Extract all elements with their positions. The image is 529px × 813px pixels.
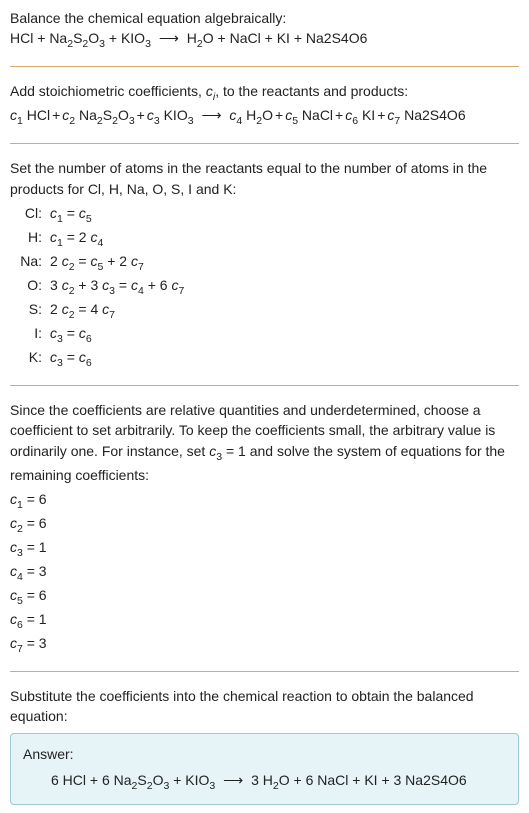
- term: Na2S4O6: [400, 107, 465, 123]
- equation: c3 = c6: [46, 347, 188, 371]
- element-label: Na:: [10, 251, 46, 275]
- intro-text: Substitute the coefficients into the che…: [10, 686, 519, 727]
- plus: +: [214, 30, 230, 46]
- intro-text: Set the number of atoms in the reactants…: [10, 158, 519, 199]
- balanced-equation: 6 HCl + 6 Na2S2O3 + KIO3 ⟶ 3 H2O + 6 NaC…: [23, 770, 506, 794]
- intro-text: Add stoichiometric coefficients, ci, to …: [10, 81, 519, 105]
- coef-row: c3 = 1: [10, 537, 519, 561]
- arrow-icon: ⟶: [155, 30, 183, 46]
- answer-box: Answer: 6 HCl + 6 Na2S2O3 + KIO3 ⟶ 3 H2O…: [10, 733, 519, 805]
- table-row: K: c3 = c6: [10, 347, 188, 371]
- plus: +: [375, 107, 387, 123]
- arrow-icon: ⟶: [215, 772, 251, 788]
- subscript: 3: [145, 38, 151, 50]
- term: O: [203, 30, 214, 46]
- intro-text: Since the coefficients are relative quan…: [10, 400, 519, 485]
- text: , to the reactants and products:: [215, 83, 408, 99]
- arrow-icon: ⟶: [197, 107, 225, 123]
- equation: 2 c2 = c5 + 2 c7: [46, 251, 188, 275]
- term: 6 HCl + 6 Na: [51, 772, 132, 788]
- term: S: [137, 772, 146, 788]
- term: Na2S4O6: [306, 30, 367, 46]
- term: S: [103, 107, 112, 123]
- atom-equation-table: Cl: c1 = c5 H: c1 = 2 c4 Na: 2 c2 = c5 +…: [10, 203, 188, 371]
- table-row: I: c3 = c6: [10, 323, 188, 347]
- element-label: Cl:: [10, 203, 46, 227]
- term: KI: [277, 30, 290, 46]
- term: KIO: [160, 107, 188, 123]
- plus: +: [105, 30, 121, 46]
- equation: 2 c2 = 4 c7: [46, 299, 188, 323]
- term: Na: [75, 107, 97, 123]
- term: Na: [49, 30, 67, 46]
- coef-row: c2 = 6: [10, 513, 519, 537]
- table-row: Cl: c1 = c5: [10, 203, 188, 227]
- coef-row: c7 = 3: [10, 633, 519, 657]
- subscript: 3: [129, 115, 135, 127]
- subscript: 3: [188, 115, 194, 127]
- element-label: K:: [10, 347, 46, 371]
- term: O + 6 NaCl + KI + 3 Na2S4O6: [279, 772, 467, 788]
- element-label: S:: [10, 299, 46, 323]
- coef: c: [147, 107, 154, 123]
- element-label: O:: [10, 275, 46, 299]
- term: NaCl: [230, 30, 261, 46]
- text: Add stoichiometric coefficients,: [10, 83, 206, 99]
- term: S: [73, 30, 82, 46]
- plus: +: [135, 107, 147, 123]
- coef-row: c1 = 6: [10, 489, 519, 513]
- term: NaCl: [298, 107, 333, 123]
- table-row: O: 3 c2 + 3 c3 = c4 + 6 c7: [10, 275, 188, 299]
- term: HCl: [10, 30, 33, 46]
- term: O: [118, 107, 129, 123]
- section-balance: Balance the chemical equation algebraica…: [10, 8, 519, 67]
- plus: +: [273, 107, 285, 123]
- term: KIO: [121, 30, 145, 46]
- term: HCl: [23, 107, 50, 123]
- table-row: H: c1 = 2 c4: [10, 227, 188, 251]
- coef-row: c4 = 3: [10, 561, 519, 585]
- section-answer: Substitute the coefficients into the che…: [10, 686, 519, 805]
- plus: +: [290, 30, 306, 46]
- equation-with-coefs: c1 HCl+c2 Na2S2O3+c3 KIO3 ⟶ c4 H2O+c5 Na…: [10, 105, 519, 129]
- term: O: [262, 107, 273, 123]
- term: O: [88, 30, 99, 46]
- element-label: H:: [10, 227, 46, 251]
- section-coefficients: Add stoichiometric coefficients, ci, to …: [10, 81, 519, 144]
- plus: +: [33, 30, 49, 46]
- element-label: I:: [10, 323, 46, 347]
- section-atom-equations: Set the number of atoms in the reactants…: [10, 158, 519, 386]
- coef-row: c6 = 1: [10, 609, 519, 633]
- plus: +: [333, 107, 345, 123]
- var-c: c: [206, 83, 213, 99]
- term: KI: [358, 107, 375, 123]
- term: H: [242, 107, 256, 123]
- table-row: Na: 2 c2 = c5 + 2 c7: [10, 251, 188, 275]
- table-row: S: 2 c2 = 4 c7: [10, 299, 188, 323]
- section-solve: Since the coefficients are relative quan…: [10, 400, 519, 672]
- equation: c1 = 2 c4: [46, 227, 188, 251]
- coef-row: c5 = 6: [10, 585, 519, 609]
- equation: c3 = c6: [46, 323, 188, 347]
- plus: +: [261, 30, 277, 46]
- term: H: [187, 30, 197, 46]
- term: O: [153, 772, 164, 788]
- coefficient-values: c1 = 6 c2 = 6 c3 = 1 c4 = 3 c5 = 6 c6 = …: [10, 489, 519, 657]
- term: 3 H: [251, 772, 273, 788]
- plus: +: [50, 107, 62, 123]
- term: + KIO: [169, 772, 209, 788]
- equation-unbalanced: HCl + Na2S2O3 + KIO3 ⟶ H2O + NaCl + KI +…: [10, 28, 519, 52]
- coef: c: [10, 107, 17, 123]
- equation: c1 = c5: [46, 203, 188, 227]
- equation: 3 c2 + 3 c3 = c4 + 6 c7: [46, 275, 188, 299]
- intro-text: Balance the chemical equation algebraica…: [10, 8, 519, 28]
